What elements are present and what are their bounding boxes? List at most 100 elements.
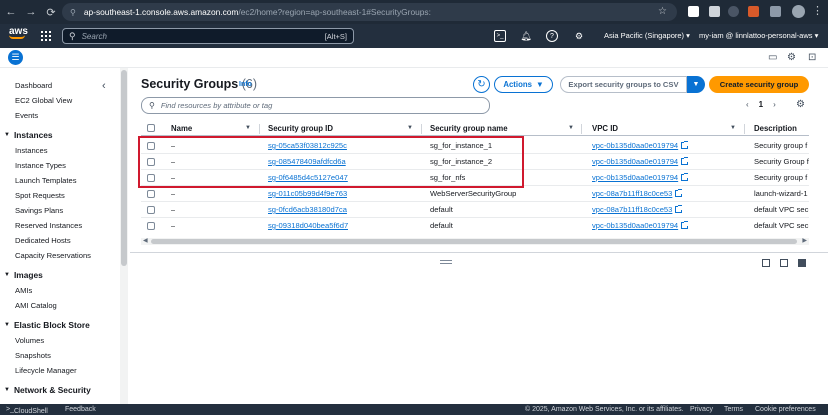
cell-sg-id-link[interactable]: sg-0fcd6acb38180d7ca [268, 205, 347, 214]
vpc-link[interactable]: vpc-08a7b11ff18c0ce53 [592, 205, 672, 214]
site-info-icon[interactable]: ⚲ [70, 8, 76, 17]
split-panel-bottom-icon[interactable] [762, 259, 770, 267]
aws-logo[interactable]: aws [9, 27, 28, 39]
info-link[interactable]: Info [239, 81, 252, 88]
vpc-link[interactable]: vpc-0b135d0aa0e019794 [592, 221, 678, 230]
table-row[interactable]: – sg-011c05b99d4f9e763 WebServerSecurity… [141, 186, 809, 202]
column-header-sg-id[interactable]: Security group ID [268, 124, 333, 133]
sort-caret-icon[interactable]: ▼ [245, 125, 251, 131]
help-icon[interactable]: ? [546, 30, 558, 42]
sidebar-section-network-security[interactable]: ▼ Network & Security [4, 385, 91, 395]
external-link-icon[interactable] [675, 205, 683, 213]
sidebar-item-global-view[interactable]: EC2 Global View [15, 96, 72, 105]
sidebar-item-instances[interactable]: Instances [15, 146, 48, 155]
column-divider[interactable] [421, 124, 422, 134]
split-panel-drag-handle[interactable] [440, 260, 452, 264]
row-checkbox[interactable] [147, 190, 155, 198]
bookmark-star-icon[interactable]: ☆ [658, 6, 667, 17]
sidebar-item-spot-requests[interactable]: Spot Requests [15, 191, 65, 200]
sidebar-item-instance-types[interactable]: Instance Types [15, 161, 66, 170]
terms-link[interactable]: Terms [724, 406, 743, 413]
sidebar-item-dashboard[interactable]: Dashboard [15, 81, 52, 90]
services-grid-icon[interactable] [41, 31, 51, 41]
scroll-left-icon[interactable]: ◀ [143, 237, 148, 244]
cell-sg-id-link[interactable]: sg-011c05b99d4f9e763 [268, 189, 347, 198]
export-csv-button[interactable]: Export security groups to CSV [560, 76, 687, 93]
notifications-icon[interactable]: ▭ [768, 52, 777, 63]
panel-layout-icon[interactable]: ⊡ [808, 52, 816, 63]
external-link-icon[interactable] [675, 189, 683, 197]
extensions-puzzle-icon[interactable] [770, 6, 781, 17]
sidebar-item-events[interactable]: Events [15, 111, 38, 120]
collapse-sidebar-icon[interactable]: ‹ [102, 80, 106, 92]
next-page-icon[interactable]: › [773, 100, 776, 109]
sidebar-section-instances[interactable]: ▼ Instances [4, 130, 53, 140]
table-row[interactable]: – sg-09318d040bea5f6d7 default vpc-0b135… [141, 218, 809, 234]
filter-input[interactable] [160, 101, 461, 110]
sidebar-item-launch-templates[interactable]: Launch Templates [15, 176, 77, 185]
export-dropdown-button[interactable]: ▼ [687, 76, 705, 93]
sort-caret-icon[interactable]: ▼ [730, 125, 736, 131]
sidebar-item-reserved-instances[interactable]: Reserved Instances [15, 221, 82, 230]
vpc-link[interactable]: vpc-0b135d0aa0e019794 [592, 157, 678, 166]
cloudshell-link[interactable]: >_ CloudShell [6, 406, 48, 415]
sort-caret-icon[interactable]: ▼ [568, 125, 574, 131]
table-preferences-gear-icon[interactable]: ⚙ [796, 99, 805, 110]
cell-sg-id-link[interactable]: sg-09318d040bea5f6d7 [268, 221, 348, 230]
row-checkbox[interactable] [147, 222, 155, 230]
sidebar-item-amis[interactable]: AMIs [15, 286, 32, 295]
sidebar-item-capacity-reservations[interactable]: Capacity Reservations [15, 251, 91, 260]
scroll-right-icon[interactable]: ▶ [802, 237, 807, 244]
notifications-bell-icon[interactable]: 🔔︎ [520, 30, 532, 42]
column-header-name[interactable]: Name [171, 124, 192, 133]
actions-button[interactable]: Actions ▼ [494, 76, 553, 93]
column-divider[interactable] [744, 124, 745, 134]
extension-icon[interactable] [728, 6, 739, 17]
vpc-link[interactable]: vpc-0b135d0aa0e019794 [592, 173, 678, 182]
column-divider[interactable] [259, 124, 260, 134]
extension-icon[interactable] [688, 6, 699, 17]
column-header-vpc-id[interactable]: VPC ID [592, 124, 618, 133]
prev-page-icon[interactable]: ‹ [746, 100, 749, 109]
sidebar-item-volumes[interactable]: Volumes [15, 336, 44, 345]
split-panel-side-icon[interactable] [780, 259, 788, 267]
back-arrow-icon[interactable]: ← [2, 3, 20, 21]
cookie-preferences-link[interactable]: Cookie preferences [755, 406, 816, 413]
sort-caret-icon[interactable]: ▼ [407, 125, 413, 131]
browser-menu-icon[interactable]: ⋮ [812, 4, 823, 17]
extension-icon[interactable] [748, 6, 759, 17]
account-menu[interactable]: my-iam @ linnlattoo-personal-aws ▾ [699, 31, 818, 40]
aws-search-box[interactable]: ⚲ Search [Alt+S] [62, 28, 354, 44]
sidebar-section-images[interactable]: ▼ Images [4, 270, 43, 280]
forward-arrow-icon[interactable]: → [22, 3, 40, 21]
external-link-icon[interactable] [681, 157, 689, 165]
scrollbar-thumb[interactable] [121, 70, 127, 266]
refresh-button[interactable]: ↻ [473, 76, 490, 93]
external-link-icon[interactable] [681, 221, 689, 229]
sidebar-item-lifecycle-manager[interactable]: Lifecycle Manager [15, 366, 77, 375]
sidebar-item-ami-catalog[interactable]: AMI Catalog [15, 301, 57, 310]
column-divider[interactable] [581, 124, 582, 134]
external-link-icon[interactable] [681, 173, 689, 181]
sidebar-section-ebs[interactable]: ▼ Elastic Block Store [4, 320, 90, 330]
row-checkbox[interactable] [147, 206, 155, 214]
column-header-sg-name[interactable]: Security group name [430, 124, 508, 133]
page-number[interactable]: 1 [759, 100, 763, 109]
scrollbar-thumb[interactable] [151, 239, 797, 244]
cloudshell-icon[interactable]: >_ [494, 30, 506, 42]
external-link-icon[interactable] [681, 141, 689, 149]
sidebar-item-dedicated-hosts[interactable]: Dedicated Hosts [15, 236, 71, 245]
split-panel-hide-icon[interactable] [798, 259, 806, 267]
privacy-link[interactable]: Privacy [690, 406, 713, 413]
sidebar-scrollbar[interactable] [120, 68, 128, 404]
sidebar-item-snapshots[interactable]: Snapshots [15, 351, 51, 360]
reload-icon[interactable]: ⟳ [42, 3, 60, 21]
settings-icon[interactable]: ⚙ [787, 52, 796, 63]
filter-box[interactable]: ⚲ [141, 97, 490, 114]
table-horizontal-scrollbar[interactable]: ◀ ▶ [141, 238, 809, 245]
extension-icon[interactable] [709, 6, 720, 17]
address-bar[interactable]: ⚲ ap-southeast-1.console.aws.amazon.com … [62, 3, 677, 21]
region-selector[interactable]: Asia Pacific (Singapore) ▾ [604, 31, 690, 40]
hamburger-menu-icon[interactable]: ☰ [8, 50, 23, 65]
feedback-link[interactable]: Feedback [65, 406, 96, 413]
